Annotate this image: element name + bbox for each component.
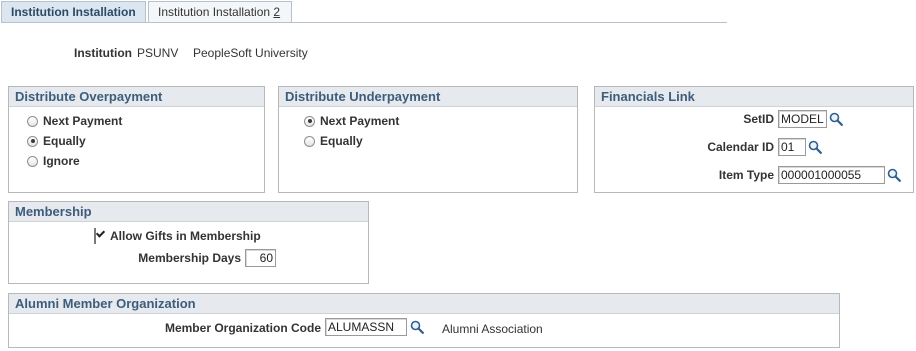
tab-institution-installation[interactable]: Institution Installation xyxy=(1,1,146,23)
member-organization-lookup-magnifier-icon[interactable] xyxy=(410,320,424,334)
financials-link-title: Financials Link xyxy=(595,87,913,107)
overpayment-next-payment-radio[interactable] xyxy=(27,115,38,127)
overpayment-ignore-label: Ignore xyxy=(43,154,80,168)
underpayment-equally-label: Equally xyxy=(320,134,363,148)
underpayment-equally-radio[interactable] xyxy=(304,135,315,147)
institution-code: PSUNV xyxy=(137,46,179,60)
setid-lookup-magnifier-icon[interactable] xyxy=(829,112,843,126)
calendar-id-field[interactable]: 01 xyxy=(778,138,806,156)
setid-label: SetID xyxy=(743,112,774,126)
alumni-member-organization-title: Alumni Member Organization xyxy=(9,294,839,314)
allow-gifts-label: Allow Gifts in Membership xyxy=(110,229,261,243)
overpayment-ignore-radio[interactable] xyxy=(27,155,38,167)
setid-field[interactable]: MODEL xyxy=(778,110,827,128)
tab-label: Institution Installation xyxy=(11,5,136,19)
distribute-underpayment-group: Distribute Underpayment Next Payment Equ… xyxy=(278,86,578,193)
distribute-underpayment-title: Distribute Underpayment xyxy=(279,87,577,107)
calendar-id-lookup-magnifier-icon[interactable] xyxy=(808,140,822,154)
item-type-lookup-magnifier-icon[interactable] xyxy=(887,168,901,182)
tab-divider xyxy=(1,22,727,23)
overpayment-ignore-option[interactable]: Ignore xyxy=(27,153,80,169)
overpayment-equally-label: Equally xyxy=(43,134,86,148)
membership-days-label: Membership Days xyxy=(138,251,241,265)
alumni-member-organization-group: Alumni Member Organization xyxy=(8,293,840,348)
item-type-field[interactable]: 000001000055 xyxy=(778,166,885,184)
allow-gifts-checkbox[interactable] xyxy=(94,228,96,244)
membership-days-field[interactable]: 60 xyxy=(245,249,276,267)
underpayment-next-payment-option[interactable]: Next Payment xyxy=(304,113,399,129)
institution-label: Institution xyxy=(74,46,132,60)
member-organization-description: Alumni Association xyxy=(442,322,543,336)
calendar-id-label: Calendar ID xyxy=(707,140,774,154)
institution-description: PeopleSoft University xyxy=(193,46,308,60)
overpayment-next-payment-label: Next Payment xyxy=(43,114,123,128)
overpayment-equally-option[interactable]: Equally xyxy=(27,133,86,149)
distribute-overpayment-title: Distribute Overpayment xyxy=(9,87,264,107)
underpayment-equally-option[interactable]: Equally xyxy=(304,133,363,149)
member-organization-code-label: Member Organization Code xyxy=(164,321,321,335)
underpayment-next-payment-label: Next Payment xyxy=(320,114,400,128)
overpayment-equally-radio[interactable] xyxy=(27,135,38,147)
overpayment-next-payment-option[interactable]: Next Payment xyxy=(27,113,122,129)
underpayment-next-payment-radio[interactable] xyxy=(304,115,315,127)
member-organization-code-field[interactable]: ALUMASSN xyxy=(325,318,407,336)
item-type-label: Item Type xyxy=(718,168,774,182)
tab-institution-installation-2[interactable]: Institution Installation 2 xyxy=(148,1,292,23)
distribute-overpayment-group: Distribute Overpayment Next Payment Equa… xyxy=(8,86,265,193)
membership-title: Membership xyxy=(9,202,368,222)
tab-accesskey: 2 xyxy=(273,5,281,19)
tab-label: Institution Installation xyxy=(158,5,274,19)
